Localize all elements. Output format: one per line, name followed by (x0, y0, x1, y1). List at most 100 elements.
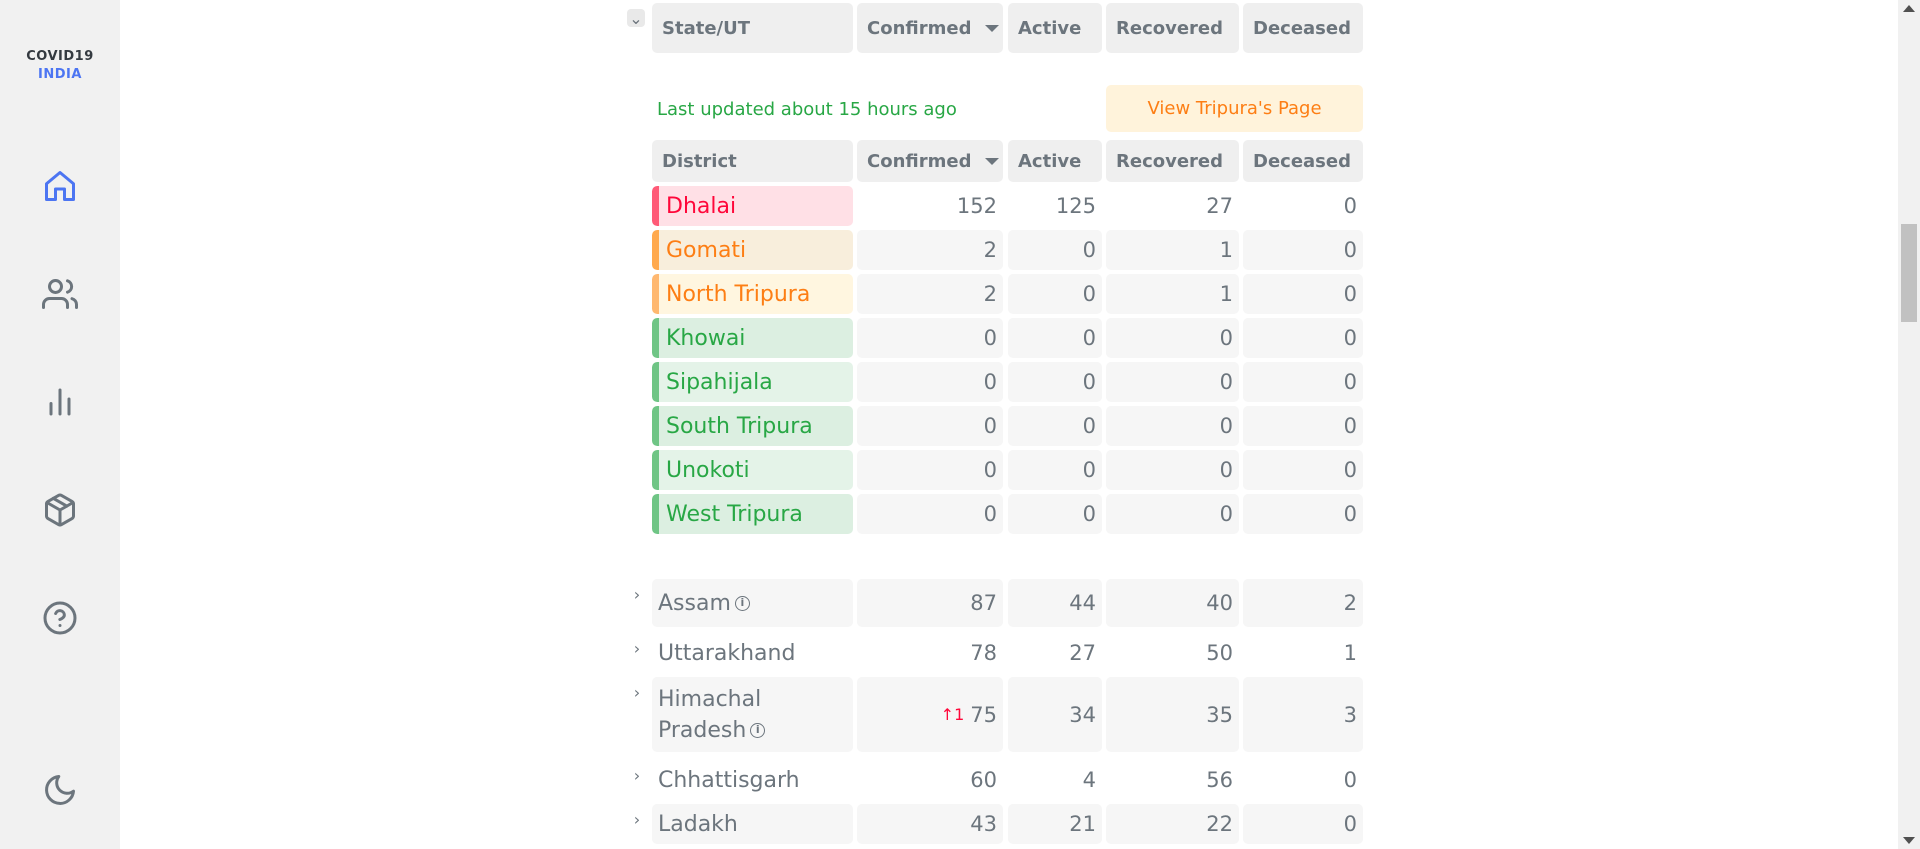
district-active-cell: 0 (1008, 450, 1102, 490)
state-recovered-cell: 56 (1106, 760, 1239, 800)
zone-color-bar (652, 318, 659, 358)
district-recovered-cell: 0 (1106, 362, 1239, 402)
district-recovered-cell: 0 (1106, 450, 1239, 490)
district-name-cell[interactable]: Sipahijala (652, 362, 853, 402)
header-state[interactable]: State/UT (652, 3, 853, 53)
scrollbar[interactable] (1898, 0, 1920, 849)
state-confirmed-value: 78 (970, 641, 997, 665)
header-confirmed-label: Confirmed (867, 17, 972, 39)
expand-chevron-icon[interactable]: › (628, 810, 646, 829)
state-active-cell: 44 (1008, 579, 1102, 627)
zone-color-bar (652, 494, 659, 534)
district-name-cell[interactable]: Gomati (652, 230, 853, 270)
state-name-cell[interactable]: Uttarakhand (652, 633, 853, 673)
district-deceased-cell: 0 (1243, 362, 1363, 402)
state-active-value: 27 (1069, 641, 1096, 665)
info-icon[interactable]: i (750, 723, 766, 738)
state-active-value: 21 (1069, 812, 1096, 836)
box-icon[interactable] (40, 490, 80, 530)
logo[interactable]: COVID19 INDIA (0, 48, 120, 84)
help-icon[interactable] (40, 598, 80, 638)
district-recovered-cell: 1 (1106, 230, 1239, 270)
state-confirmed-cell: 78 (857, 633, 1003, 673)
zone-color-bar (652, 450, 659, 490)
bar-chart-icon[interactable] (40, 382, 80, 422)
district-header-active[interactable]: Active (1008, 140, 1102, 182)
state-name-cell[interactable]: Ladakh (652, 804, 853, 844)
scroll-up-icon[interactable] (1903, 5, 1915, 12)
district-deceased-cell: 0 (1243, 274, 1363, 314)
state-recovered-value: 56 (1206, 768, 1233, 792)
district-name-cell[interactable]: Unokoti (652, 450, 853, 490)
scroll-down-icon[interactable] (1903, 837, 1915, 844)
state-deceased-value: 2 (1343, 591, 1357, 615)
state-name-cell[interactable]: Himachal Pradesh i (652, 677, 853, 752)
moon-icon[interactable] (40, 770, 80, 810)
district-header-recovered[interactable]: Recovered (1106, 140, 1239, 182)
home-icon[interactable] (40, 166, 80, 206)
state-name-line-2: Pradesh (658, 717, 747, 743)
state-recovered-value: 35 (1206, 702, 1233, 727)
district-recovered-cell: 0 (1106, 494, 1239, 534)
collapse-chevron-icon[interactable]: ⌄ (627, 9, 645, 28)
scroll-thumb[interactable] (1901, 224, 1917, 322)
zone-color-bar (652, 230, 659, 270)
view-state-page-button[interactable]: View Tripura's Page (1106, 85, 1363, 132)
state-recovered-value: 22 (1206, 812, 1233, 836)
header-active[interactable]: Active (1008, 3, 1102, 53)
district-name: West Tripura (666, 501, 803, 527)
header-district[interactable]: District (652, 140, 853, 182)
district-active-cell: 0 (1008, 406, 1102, 446)
district-header-active-label: Active (1018, 150, 1082, 172)
state-name: Himachal Pradesh i (658, 684, 766, 746)
expand-chevron-icon[interactable]: › (628, 639, 646, 658)
district-deceased-cell: 0 (1243, 318, 1363, 358)
info-icon[interactable]: i (734, 596, 750, 611)
state-name-cell[interactable]: Chhattisgarh (652, 760, 853, 800)
header-confirmed[interactable]: Confirmed (857, 3, 1003, 53)
state-confirmed-value: 87 (970, 591, 997, 615)
sort-arrow-icon (985, 24, 1000, 32)
header-recovered[interactable]: Recovered (1106, 3, 1239, 53)
district-recovered-cell: 27 (1106, 186, 1239, 226)
district-header-deceased-label: Deceased (1253, 150, 1351, 172)
district-header-deceased[interactable]: Deceased (1243, 140, 1363, 182)
district-confirmed-cell: 152 (857, 186, 1003, 226)
district-active-cell: 0 (1008, 318, 1102, 358)
state-name: Chhattisgarh (658, 767, 800, 793)
district-deceased-cell: 0 (1243, 186, 1363, 226)
district-active-cell: 0 (1008, 230, 1102, 270)
district-recovered-cell: 0 (1106, 406, 1239, 446)
state-deceased-value: 0 (1343, 812, 1357, 836)
state-name: Ladakh (658, 811, 738, 837)
district-confirmed-cell: 0 (857, 450, 1003, 490)
district-name-cell[interactable]: Dhalai (652, 186, 853, 226)
header-deceased[interactable]: Deceased (1243, 3, 1363, 53)
state-name-cell[interactable]: Assam i (652, 579, 853, 627)
district-header-recovered-label: Recovered (1116, 150, 1224, 172)
district-name-cell[interactable]: South Tripura (652, 406, 853, 446)
district-name-cell[interactable]: Khowai (652, 318, 853, 358)
district-name-cell[interactable]: West Tripura (652, 494, 853, 534)
district-deceased-cell: 0 (1243, 494, 1363, 534)
district-header-confirmed[interactable]: Confirmed (857, 140, 1003, 182)
state-confirmed-value: 75 (970, 702, 997, 727)
district-active-cell: 0 (1008, 494, 1102, 534)
state-recovered-cell: 50 (1106, 633, 1239, 673)
expand-chevron-icon[interactable]: › (628, 766, 646, 785)
district-name: South Tripura (666, 413, 813, 439)
people-icon[interactable] (40, 274, 80, 314)
header-state-label: State/UT (662, 17, 750, 39)
state-deceased-cell: 0 (1243, 760, 1363, 800)
state-deceased-value: 1 (1343, 641, 1357, 665)
district-confirmed-cell: 0 (857, 406, 1003, 446)
state-deceased-cell: 2 (1243, 579, 1363, 627)
district-name-cell[interactable]: North Tripura (652, 274, 853, 314)
expand-chevron-icon[interactable]: › (628, 683, 646, 702)
district-recovered-cell: 1 (1106, 274, 1239, 314)
state-recovered-cell: 40 (1106, 579, 1239, 627)
state-recovered-cell: 35 (1106, 677, 1239, 752)
district-name: Dhalai (666, 193, 737, 219)
expand-chevron-icon[interactable]: › (628, 585, 646, 604)
state-confirmed-cell: 60 (857, 760, 1003, 800)
